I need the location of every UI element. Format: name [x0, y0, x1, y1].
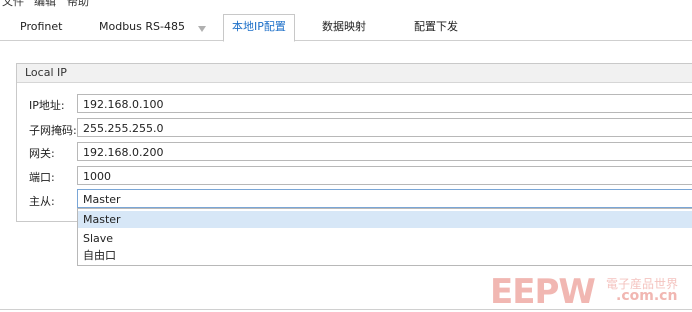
port-input[interactable]: 1000: [77, 166, 692, 185]
option-slave[interactable]: Slave: [78, 230, 692, 247]
option-master[interactable]: Master: [78, 211, 692, 228]
master-slave-dropdown: Master Slave 自由口: [77, 208, 692, 266]
subnet-mask-label: 子网掩码:: [29, 124, 77, 137]
master-slave-select[interactable]: Master: [77, 189, 692, 208]
ip-address-input[interactable]: 192.168.0.100: [77, 94, 692, 113]
group-title: Local IP: [17, 64, 692, 83]
menu-bar: 文件 编辑 帮助: [0, 0, 692, 9]
port-label: 端口:: [29, 171, 55, 184]
master-slave-label: 主从:: [29, 195, 55, 208]
ip-address-label: IP地址:: [29, 99, 65, 112]
chevron-down-icon[interactable]: [198, 26, 206, 32]
tab-bar: Profinet Modbus RS-485 本地IP配置 数据映射 配置下发: [0, 11, 692, 42]
tab-profinet[interactable]: Profinet: [20, 15, 62, 39]
watermark-domain: .com.cn: [616, 288, 678, 304]
menu-edit[interactable]: 编辑: [34, 0, 56, 9]
watermark-logo: EEPW 電子産品世界 .com.cn: [490, 270, 690, 312]
subnet-mask-input[interactable]: 255.255.255.0: [77, 118, 692, 137]
watermark-brand: EEPW: [490, 272, 596, 312]
tab-modbus-rs485[interactable]: Modbus RS-485: [99, 15, 185, 39]
tab-config-download[interactable]: 配置下发: [414, 15, 458, 39]
option-free-port[interactable]: 自由口: [78, 247, 692, 264]
tab-local-ip-config[interactable]: 本地IP配置: [223, 14, 295, 42]
gateway-label: 网关:: [29, 147, 55, 160]
menu-file[interactable]: 文件: [2, 0, 24, 9]
menu-help[interactable]: 帮助: [67, 0, 89, 9]
gateway-input[interactable]: 192.168.0.200: [77, 142, 692, 161]
tab-data-mapping[interactable]: 数据映射: [322, 15, 366, 39]
